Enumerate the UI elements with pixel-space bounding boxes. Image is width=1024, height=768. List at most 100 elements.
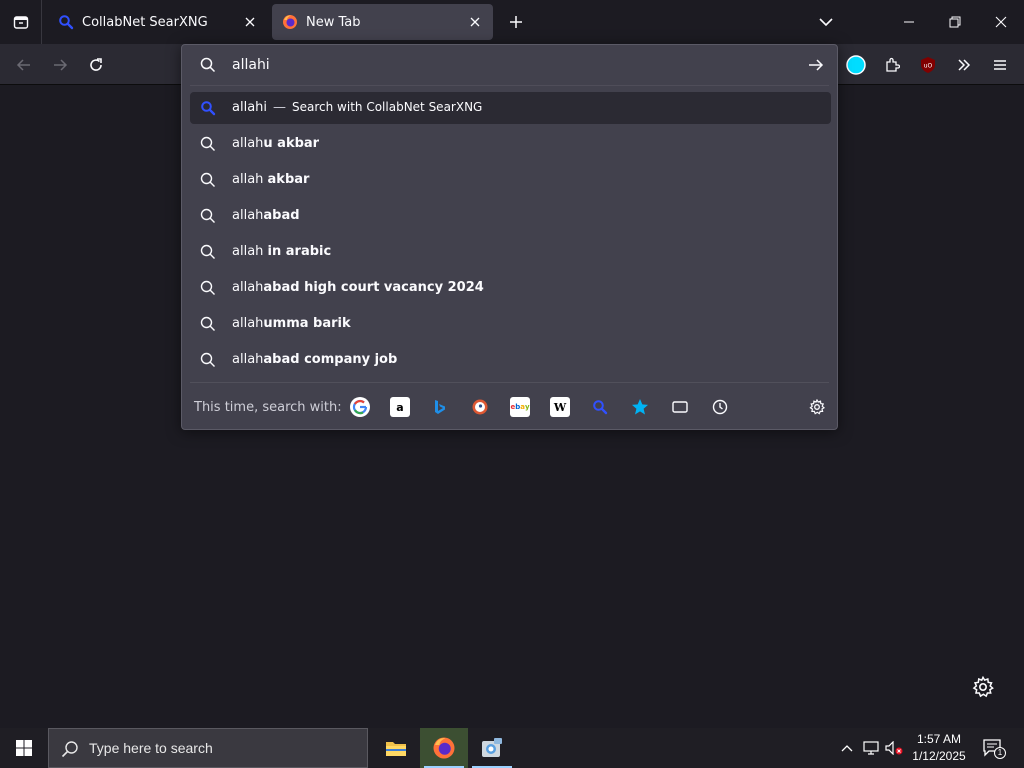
start-button[interactable]: [0, 728, 48, 768]
suggestion-prefix: allah: [232, 136, 264, 151]
firefox-taskbar-button[interactable]: [420, 728, 468, 768]
divider: [190, 382, 829, 383]
arrow-right-icon: [54, 59, 68, 71]
taskbar: Type here to search 1:57 AM 1/12/2025 1: [0, 728, 1024, 768]
urlbar-panel: allahi allahi — Search with CollabNet Sear…: [181, 44, 838, 430]
forward-button[interactable]: [45, 50, 75, 80]
file-explorer-button[interactable]: [372, 728, 420, 768]
network-icon: [863, 741, 879, 755]
suggestion-prefix: allah: [232, 172, 268, 187]
close-window-button[interactable]: [978, 0, 1024, 44]
account-button[interactable]: [841, 50, 871, 80]
ublock-icon: uO: [921, 57, 935, 73]
search-icon: [200, 280, 215, 295]
chevron-down-icon: [819, 18, 833, 27]
list-all-tabs-button[interactable]: [803, 0, 849, 44]
suggestion-prefix: allah: [232, 352, 264, 367]
volume-button[interactable]: [883, 728, 905, 768]
suggestion-completion: in arabic: [267, 244, 332, 259]
divider: [190, 85, 829, 86]
urlbar-input[interactable]: allahi: [182, 45, 837, 85]
tab-new-tab[interactable]: New Tab: [272, 4, 493, 40]
new-tab-button[interactable]: [502, 8, 530, 36]
suggestion-prefix: allah: [232, 280, 264, 295]
account-icon: [846, 55, 866, 75]
close-tab-icon[interactable]: [467, 14, 483, 30]
go-arrow-icon[interactable]: [808, 57, 824, 73]
svg-text:uO: uO: [924, 63, 933, 70]
back-button[interactable]: [9, 50, 39, 80]
search-icon: [200, 136, 215, 151]
suggestion-row[interactable]: allahumma barik: [190, 308, 831, 340]
searxng-icon[interactable]: [590, 397, 610, 417]
suggestion-completion: abad high court vacancy 2024: [263, 280, 484, 295]
firefox-icon: [282, 14, 298, 30]
search-icon: [200, 172, 215, 187]
suggestion-row[interactable]: allah akbar: [190, 164, 831, 196]
bookmarks-icon[interactable]: [630, 397, 650, 417]
suggestion-row[interactable]: allahu akbar: [190, 128, 831, 160]
close-tab-icon[interactable]: [242, 14, 258, 30]
newtab-customize-button[interactable]: [972, 675, 994, 698]
ublock-button[interactable]: uO: [913, 50, 943, 80]
double-chevron-right-icon: [958, 59, 971, 71]
firefox-view-icon: [13, 16, 28, 29]
suggestion-prefix: allah: [232, 244, 268, 259]
hamburger-icon: [994, 60, 1006, 70]
suggestion-row[interactable]: allahabad: [190, 200, 831, 232]
one-off-search-bar: This time, search with: a ebay W: [182, 389, 837, 425]
clock-date: 1/12/2025: [912, 749, 966, 763]
heuristic-dash: —: [273, 100, 287, 115]
overflow-button[interactable]: [949, 50, 979, 80]
gear-icon: [809, 399, 825, 415]
suggestion-row[interactable]: allah in arabic: [190, 236, 831, 268]
tab-title: CollabNet SearXNG: [82, 14, 208, 30]
close-icon: [995, 16, 1007, 28]
urlbar-text[interactable]: allahi: [232, 57, 270, 73]
tabs-icon[interactable]: [670, 397, 690, 417]
suggestion-row[interactable]: allahabad high court vacancy 2024: [190, 272, 831, 304]
search-icon: [200, 316, 215, 331]
suggestion-completion: umma barik: [263, 316, 351, 331]
heuristic-query: allahi: [232, 100, 268, 115]
bing-icon[interactable]: [430, 397, 450, 417]
suggestion-completion: akbar: [267, 172, 310, 187]
ebay-icon[interactable]: ebay: [510, 397, 530, 417]
heuristic-result[interactable]: allahi — Search with CollabNet SearXNG: [190, 92, 831, 124]
clock[interactable]: 1:57 AM 1/12/2025: [905, 731, 973, 765]
app-icon: [482, 738, 502, 757]
search-icon: [200, 57, 216, 73]
show-hidden-icons-button[interactable]: [836, 728, 858, 768]
amazon-icon[interactable]: a: [390, 397, 410, 417]
app-taskbar-button[interactable]: [468, 728, 516, 768]
google-icon[interactable]: [350, 397, 370, 417]
firefox-view-button[interactable]: [0, 0, 42, 44]
heuristic-action: Search with CollabNet SearXNG: [292, 100, 483, 114]
tab-searxng[interactable]: CollabNet SearXNG: [48, 4, 268, 40]
search-icon: [200, 352, 215, 367]
puzzle-icon: [886, 57, 900, 72]
action-center-button[interactable]: 1: [978, 728, 1008, 768]
network-button[interactable]: [860, 728, 882, 768]
tab-title: New Tab: [306, 14, 361, 30]
suggestion-row[interactable]: allahabad company job: [190, 344, 831, 376]
reload-button[interactable]: [81, 50, 111, 80]
search-icon: [61, 741, 78, 758]
minimize-button[interactable]: [886, 0, 932, 44]
windows-icon: [16, 740, 32, 756]
search-icon: [200, 208, 215, 223]
minimize-icon: [904, 21, 914, 23]
restore-button[interactable]: [932, 0, 978, 44]
history-icon[interactable]: [710, 397, 730, 417]
search-settings-button[interactable]: [807, 397, 827, 417]
wikipedia-icon[interactable]: W: [550, 397, 570, 417]
suggestion-completion: abad: [263, 208, 300, 223]
reload-icon: [90, 58, 102, 71]
duckduckgo-icon[interactable]: [470, 397, 490, 417]
menu-button[interactable]: [985, 50, 1015, 80]
searxng-icon: [58, 14, 74, 30]
volume-muted-icon: [885, 741, 903, 755]
extensions-button[interactable]: [877, 50, 907, 80]
search-icon: [200, 244, 215, 259]
taskbar-search-box[interactable]: Type here to search: [48, 728, 368, 768]
